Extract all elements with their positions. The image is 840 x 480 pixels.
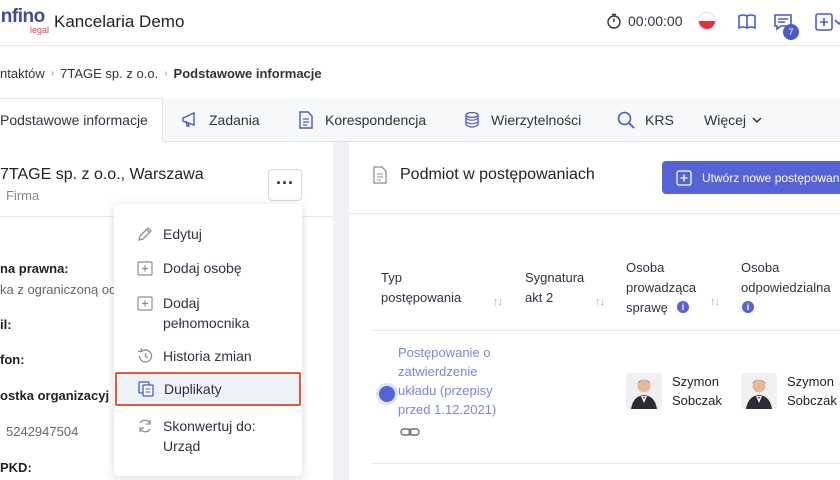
breadcrumb: ntaktów › 7TAGE sp. z o.o. › Podstawowe … [0, 66, 322, 81]
duplicate-icon [138, 381, 154, 397]
timer[interactable]: 00:00:00 [606, 13, 683, 29]
phone-label: fon: [0, 352, 25, 367]
menu-item-convert[interactable]: Skonwertuj do: Urząd [114, 416, 302, 456]
company-name: 7TAGE sp. z o.o., Warszawa [0, 166, 204, 183]
column-header-responsible-person[interactable]: Osoba odpowiedzialna [741, 258, 831, 298]
chevron-down-icon [752, 117, 762, 124]
chevron-down-icon[interactable] [834, 11, 840, 33]
breadcrumb-item-current: Podstawowe informacje [173, 66, 322, 81]
tab-label: KRS [645, 112, 674, 128]
tab-krs[interactable]: KRS [616, 98, 674, 142]
tab-label: Więcej [704, 112, 747, 128]
tab-tasks[interactable]: Zadania [180, 98, 260, 142]
info-icon[interactable]: i [677, 301, 689, 313]
org-unit-label: ostka organizacyj [0, 388, 110, 403]
coins-icon [465, 111, 479, 128]
sort-icon[interactable]: ↑↓ [710, 296, 720, 308]
breadcrumb-separator: › [164, 68, 168, 79]
document-icon [299, 111, 313, 129]
more-actions-button[interactable]: ··· [268, 169, 302, 201]
tab-claims[interactable]: Wierzytelności [462, 98, 581, 142]
email-label: il: [0, 317, 12, 332]
logo-subtext: legal [30, 25, 50, 35]
responsible-person[interactable]: Szymon Sobczak [741, 372, 837, 410]
case-type-link[interactable]: Postępowanie o zatwierdzenie układu (prz… [398, 343, 508, 419]
menu-item-add-person[interactable]: Dodaj osobę [114, 258, 302, 278]
menu-item-label: Edytuj [163, 226, 202, 242]
avatar [741, 373, 777, 409]
actions-menu: Edytuj Dodaj osobę Dodaj pełnomocnika Hi… [114, 204, 302, 476]
menu-item-label: Historia zmian [163, 348, 252, 364]
menu-item-label: Dodaj osobę [163, 260, 242, 276]
company-type: Firma [6, 188, 40, 203]
pkd-label: PKD: [0, 460, 32, 475]
book-icon[interactable] [736, 11, 758, 33]
top-bar: infino legal Kancelaria Demo 00:00:00 7 [0, 0, 840, 46]
add-menu-icon[interactable] [814, 11, 836, 33]
menu-item-label: Dodaj pełnomocnika [163, 295, 250, 331]
link-icon[interactable] [400, 425, 420, 439]
search-icon [617, 111, 635, 129]
legal-form-value: ka z ograniczoną od [0, 282, 117, 297]
menu-item-duplicates[interactable]: Duplikaty [115, 372, 301, 406]
column-header-type[interactable]: Typ postępowania [381, 268, 461, 308]
create-proceeding-button[interactable]: Utwórz nowe postępowanie [662, 161, 840, 194]
breadcrumb-item-company[interactable]: 7TAGE sp. z o.o. [60, 66, 158, 81]
app-logo[interactable]: infino legal [0, 6, 50, 42]
person-name: Szymon Sobczak [787, 374, 837, 408]
convert-icon [139, 419, 151, 433]
legal-form-label: na prawna: [0, 261, 69, 276]
sort-icon[interactable]: ↑↓ [493, 296, 503, 308]
lead-person[interactable]: Szymon Sobczak [626, 372, 722, 410]
menu-item-label: Skonwertuj do: Urząd [163, 418, 256, 454]
tab-label: Zadania [209, 112, 260, 128]
stopwatch-icon [607, 13, 621, 29]
timer-value: 00:00:00 [628, 13, 683, 29]
notification-badge: 7 [783, 24, 799, 40]
sort-icon[interactable]: ↑↓ [595, 296, 605, 308]
breadcrumb-separator: › [50, 68, 55, 79]
app-title: Kancelaria Demo [54, 12, 185, 31]
table-header-divider [372, 330, 840, 331]
tab-more[interactable]: Więcej [704, 98, 762, 142]
tab-label: Wierzytelności [491, 112, 582, 128]
history-icon [137, 347, 153, 363]
add-box-icon [137, 296, 153, 311]
tab-correspondence[interactable]: Korespondencja [296, 98, 426, 142]
section-title-text: Podmiot w postępowaniach [400, 166, 595, 183]
proceedings-section-title: Podmiot w postępowaniach [372, 166, 595, 184]
menu-item-edit[interactable]: Edytuj [114, 224, 302, 244]
breadcrumb-item-contacts[interactable]: ntaktów [0, 66, 45, 81]
person-name: Szymon Sobczak [672, 374, 722, 408]
divider [349, 213, 840, 214]
document-icon [373, 166, 387, 184]
info-icon[interactable]: i [742, 301, 754, 313]
language-flag-icon[interactable] [699, 13, 715, 29]
nip-value: 5242947504 [6, 424, 79, 439]
megaphone-icon [182, 111, 195, 127]
tab-label: Korespondencja [325, 112, 427, 128]
avatar [626, 373, 662, 409]
add-box-icon [137, 261, 153, 276]
row-expand-icon[interactable] [376, 383, 398, 405]
column-header-signature[interactable]: Sygnatura akt 2 [525, 268, 584, 308]
tab-bar: Podstawowe informacje Zadania Koresponde… [0, 98, 840, 142]
table-row-divider [372, 463, 840, 464]
menu-item-history[interactable]: Historia zmian [114, 346, 302, 366]
button-label: Utwórz nowe postępowanie [702, 170, 840, 185]
panel-divider [333, 142, 349, 480]
menu-item-label: Duplikaty [164, 381, 222, 397]
pencil-icon [138, 227, 152, 241]
add-box-icon [676, 169, 692, 186]
tab-label: Podstawowe informacje [0, 112, 148, 128]
menu-item-add-attorney[interactable]: Dodaj pełnomocnika [114, 293, 302, 333]
tab-basic-info[interactable]: Podstawowe informacje [0, 98, 163, 142]
